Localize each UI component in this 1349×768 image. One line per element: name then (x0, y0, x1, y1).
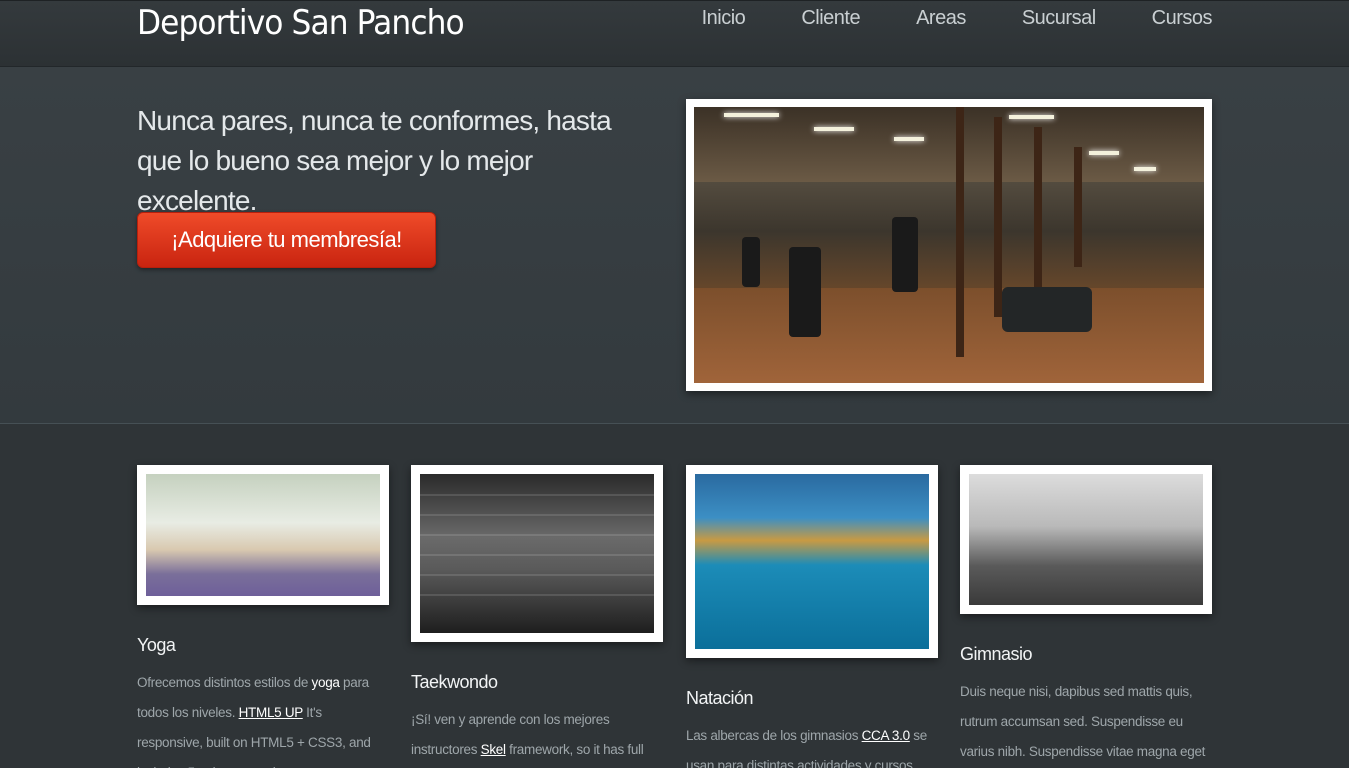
gimnasio-photo (969, 474, 1203, 605)
card-title: Yoga (137, 635, 176, 655)
card-text: Duis neque nisi, dapibus sed mattis quis… (960, 684, 1206, 759)
highlight-text: yoga (311, 675, 340, 690)
html5up-link[interactable]: HTML5 UP (239, 705, 303, 720)
course-card-gimnasio: Gimnasio Duis neque nisi, dapibus sed ma… (960, 465, 1212, 768)
site-header: Deportivo San Pancho Inicio Cliente Area… (0, 0, 1349, 67)
course-card-yoga: Yoga Ofrecemos distintos estilos de yoga… (137, 465, 389, 768)
pool-photo (695, 474, 929, 649)
nav-sucursal[interactable]: Sucursal (1022, 7, 1096, 30)
skel-link[interactable]: Skel (481, 742, 506, 757)
membership-button[interactable]: ¡Adquiere tu membresía! (137, 212, 436, 268)
nav-cursos[interactable]: Cursos (1152, 7, 1213, 30)
yoga-photo (146, 474, 380, 596)
main-nav: Inicio Cliente Areas Sucursal Cursos (646, 7, 1213, 30)
gimnasio-image-frame (960, 465, 1212, 614)
course-card-taekwondo: Taekwondo ¡Sí! ven y aprende con los mej… (411, 465, 663, 768)
hero-tagline: Nunca pares, nunca te conformes, hasta q… (137, 105, 612, 216)
yoga-image-frame (137, 465, 389, 605)
taekwondo-image-frame (411, 465, 663, 642)
taekwondo-photo (420, 474, 654, 633)
card-text: ¡Sí! ven y aprende con los mejores instr… (411, 712, 644, 757)
course-card-natacion: Natación Las albercas de los gimnasios C… (686, 465, 938, 768)
card-title: Taekwondo (411, 672, 498, 692)
gym-photo (694, 107, 1204, 383)
site-logo[interactable]: Deportivo San Pancho (137, 3, 465, 43)
nav-cliente[interactable]: Cliente (801, 7, 860, 30)
hero-image-frame (686, 99, 1212, 391)
card-title: Natación (686, 688, 754, 708)
pool-image-frame (686, 465, 938, 658)
card-text: Ofrecemos distintos estilos de yoga para… (137, 675, 371, 768)
nav-inicio[interactable]: Inicio (702, 7, 746, 30)
hero-banner: Nunca pares, nunca te conformes, hasta q… (0, 67, 1349, 424)
cca-link[interactable]: CCA 3.0 (862, 728, 910, 743)
nav-areas[interactable]: Areas (916, 7, 966, 30)
card-text: Las albercas de los gimnasios CCA 3.0 se… (686, 728, 927, 768)
card-title: Gimnasio (960, 644, 1033, 664)
